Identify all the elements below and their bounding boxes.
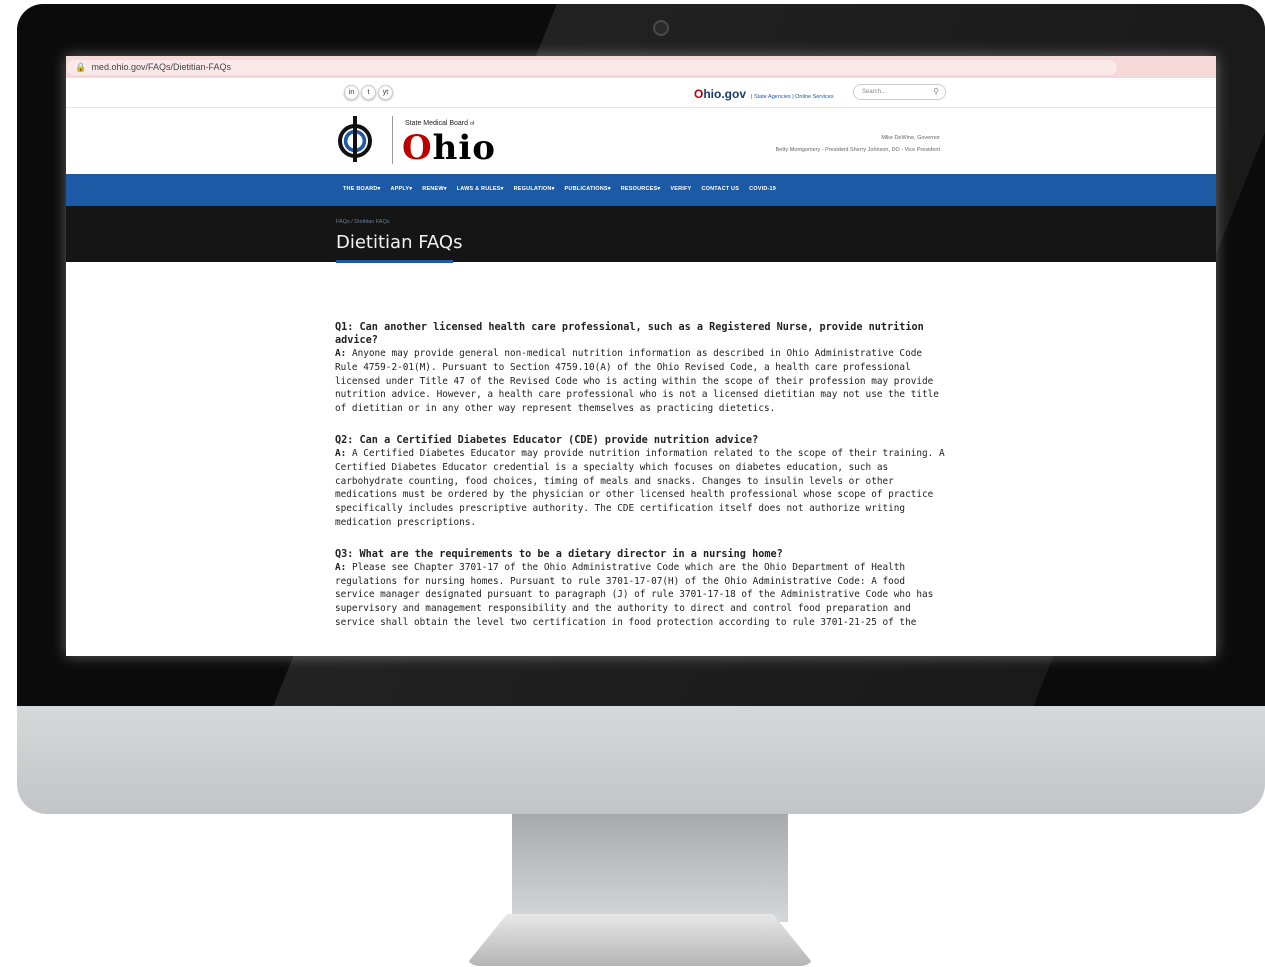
search-input[interactable]: Search... ⚲ — [853, 84, 946, 100]
nav-laws-rules[interactable]: LAWS & RULES▾ — [457, 186, 504, 192]
lock-icon: 🔒 — [75, 61, 87, 72]
faq-answer: A: A Certified Diabetes Educator may pro… — [335, 447, 947, 530]
breadcrumb[interactable]: FAQs / Dietitian FAQs — [336, 219, 390, 225]
faq-question: Q3: What are the requirements to be a di… — [335, 548, 783, 560]
nav-contact-us[interactable]: CONTACT US — [701, 186, 739, 192]
answer-text: Please see Chapter 3701-17 of the Ohio A… — [335, 561, 934, 628]
monitor-stand-base — [465, 914, 815, 966]
nav-publications[interactable]: PUBLICATIONS▾ — [565, 186, 611, 192]
title-underline — [336, 260, 453, 263]
governor-text: Mike DeWine, Governor — [881, 135, 940, 141]
monitor-chin — [17, 706, 1265, 814]
camera-icon — [653, 20, 669, 36]
faq-answer: A: Please see Chapter 3701-17 of the Ohi… — [335, 561, 947, 630]
nav-renew[interactable]: RENEW▾ — [422, 186, 446, 192]
faq-item: Q1: Can another licensed health care pro… — [335, 321, 947, 416]
answer-text: A Certified Diabetes Educator may provid… — [335, 447, 945, 528]
state-links[interactable]: | State Agencies | Online Services — [751, 94, 834, 100]
board-label: State Medical Board of — [405, 120, 474, 127]
answer-prefix: A: — [335, 348, 347, 359]
address-text: med.ohio.gov/FAQs/Dietitian-FAQs — [91, 62, 231, 72]
nav-verify[interactable]: VERIFY — [670, 186, 691, 192]
faq-question: Q2: Can a Certified Diabetes Educator (C… — [335, 434, 759, 446]
answer-text: Anyone may provide general non-medical n… — [335, 348, 939, 415]
main-nav: THE BOARD▾ APPLY▾ RENEW▾ LAWS & RULES▾ R… — [66, 174, 1216, 206]
ohio-wordmark[interactable]: Ohio — [402, 128, 496, 168]
faq-question: Q1: Can another licensed health care pro… — [335, 322, 924, 346]
search-icon[interactable]: ⚲ — [933, 85, 939, 99]
nav-regulation[interactable]: REGULATION▾ — [514, 186, 555, 192]
twitter-icon[interactable]: t — [361, 85, 376, 100]
page-title: Dietitian FAQs — [336, 232, 463, 253]
seal-staff — [353, 116, 357, 162]
nav-the-board[interactable]: THE BOARD▾ — [343, 186, 380, 192]
utility-bar: in t yt O hio.gov | State Agencies | Onl… — [66, 78, 1216, 108]
linkedin-icon[interactable]: in — [344, 85, 359, 100]
board-of-text: of — [470, 121, 475, 127]
ohio-rest-letters: hio — [432, 128, 496, 168]
officials: Mike DeWine, Governor Betty Montgomery -… — [686, 132, 940, 156]
screen: ← → ↻ 🔒 med.ohio.gov/FAQs/Dietitian-FAQs… — [66, 56, 1216, 656]
site-header: State Medical Board of Ohio Mike DeWine,… — [66, 108, 1216, 174]
address-bar[interactable]: 🔒 med.ohio.gov/FAQs/Dietitian-FAQs — [67, 59, 1118, 75]
faq-answer: A: Anyone may provide general non-medica… — [335, 347, 947, 416]
ohio-gov-text: hio.gov — [703, 87, 747, 101]
faq-item: Q2: Can a Certified Diabetes Educator (C… — [335, 434, 947, 530]
answer-prefix: A: — [335, 561, 347, 573]
ohio-gov-o: O — [694, 87, 704, 101]
monitor-stand-neck — [512, 814, 788, 922]
faq-list: Q1: Can another licensed health care pro… — [335, 321, 947, 648]
ohio-first-letter: O — [402, 128, 433, 168]
nav-resources[interactable]: RESOURCES▾ — [621, 186, 661, 192]
page-title-band: FAQs / Dietitian FAQs Dietitian FAQs — [66, 206, 1216, 262]
youtube-icon[interactable]: yt — [378, 85, 393, 100]
answer-prefix: A: — [335, 447, 347, 459]
search-placeholder: Search... — [862, 89, 887, 95]
nav-covid-19[interactable]: COVID-19 — [749, 186, 776, 192]
faq-item: Q3: What are the requirements to be a di… — [335, 548, 947, 630]
nav-apply[interactable]: APPLY▾ — [390, 186, 412, 192]
ohio-gov-logo[interactable]: O hio.gov | State Agencies | Online Serv… — [694, 87, 834, 101]
medical-board-seal-icon[interactable] — [338, 116, 372, 166]
social-links: in t yt — [344, 85, 393, 100]
logo-divider — [392, 116, 393, 164]
officers-text: Betty Montgomery - President Sherry John… — [775, 147, 940, 153]
board-label-text: State Medical Board — [405, 120, 469, 127]
browser-toolbar: ← → ↻ 🔒 med.ohio.gov/FAQs/Dietitian-FAQs… — [66, 56, 1216, 78]
